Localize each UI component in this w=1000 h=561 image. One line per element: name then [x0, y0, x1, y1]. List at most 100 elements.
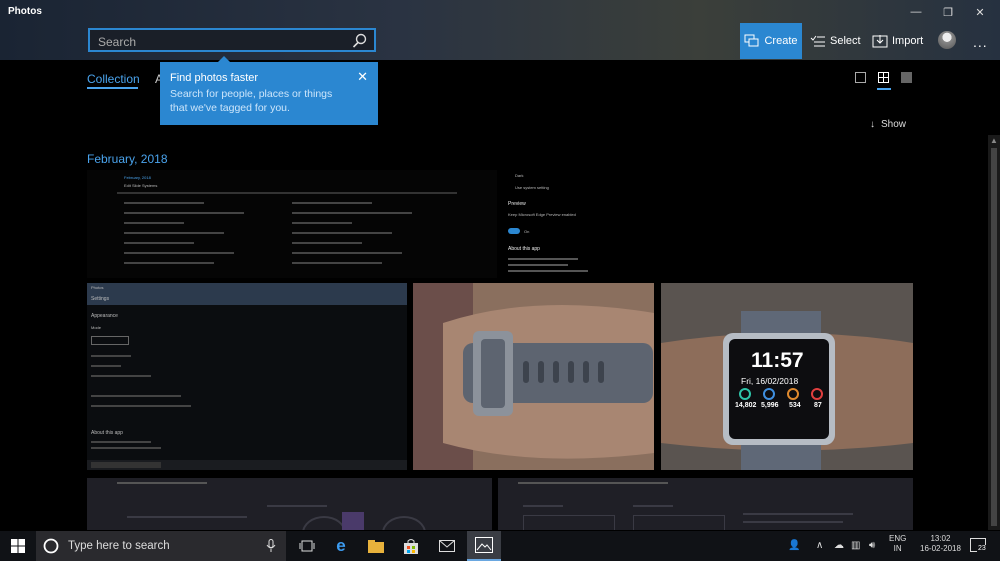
windows-logo-icon — [11, 539, 25, 553]
account-avatar[interactable] — [938, 31, 956, 49]
photo-line — [124, 262, 214, 264]
task-view-icon[interactable] — [296, 535, 318, 557]
photo-shape — [302, 516, 346, 530]
watch-stat: 14,802 — [735, 402, 757, 409]
search-box[interactable] — [88, 28, 376, 52]
photo-thumbnail[interactable]: February, 2018 Edit Slide Systems — [87, 170, 497, 278]
photo-line — [91, 375, 151, 377]
photo-shape — [382, 516, 426, 530]
photo-line — [523, 505, 563, 507]
watch-time: 11:57 — [751, 349, 804, 372]
more-options-button[interactable]: ... — [973, 34, 988, 50]
volume-icon[interactable]: 🔊︎ — [869, 540, 875, 551]
photo-thumbnail[interactable] — [498, 478, 913, 530]
photo-text: Dark — [515, 173, 524, 178]
photo-thumbnail[interactable]: Dark Use system setting Preview Keep Mic… — [503, 170, 913, 278]
photo-line — [292, 212, 412, 214]
photo-line — [127, 516, 247, 518]
search-icon[interactable] — [352, 33, 368, 49]
people-icon[interactable]: 👤 — [788, 540, 800, 551]
notification-count: 23 — [977, 545, 987, 552]
photo-line — [292, 222, 352, 224]
app-title: Photos — [8, 6, 42, 17]
onedrive-icon[interactable]: ☁ — [834, 540, 844, 551]
photo-text: February, 2018 — [124, 175, 151, 180]
photo-text: Edit Slide Systems — [124, 183, 158, 188]
photo-line — [124, 232, 224, 234]
photo-dropdown — [91, 336, 129, 345]
date-group-header[interactable]: February, 2018 — [87, 152, 168, 166]
system-clock[interactable]: 13:02 16-02-2018 — [920, 534, 961, 554]
start-button[interactable] — [0, 531, 36, 561]
create-button[interactable]: Create — [740, 23, 802, 59]
view-selected-indicator — [877, 88, 891, 90]
photos-taskbar-icon[interactable] — [467, 531, 501, 561]
photo-text: Keep Microsoft Edge Preview enabled — [508, 212, 576, 217]
photo-text: Settings — [91, 296, 110, 302]
photo-line — [124, 222, 184, 224]
photo-line — [292, 242, 362, 244]
photo-line — [91, 405, 191, 407]
photo-text: Use system setting — [515, 185, 549, 190]
photo-toggle — [508, 228, 520, 234]
view-large-icon[interactable] — [855, 72, 866, 83]
close-window-button[interactable]: ✕ — [964, 2, 996, 22]
tooltip-body: Search for people, places or things that… — [170, 88, 333, 114]
photo-line — [124, 242, 194, 244]
photo-thumbnail[interactable] — [87, 478, 492, 530]
tab-collection[interactable]: Collection — [87, 72, 140, 86]
show-button[interactable]: ↓ Show — [870, 119, 906, 130]
watch-distance-icon — [763, 388, 775, 400]
clock-date: 16-02-2018 — [920, 544, 961, 553]
select-button[interactable]: Select — [810, 23, 861, 59]
watch-stat: 5,996 — [761, 402, 779, 409]
photo-line — [292, 262, 382, 264]
photo-line — [91, 441, 151, 443]
photo-line — [117, 192, 457, 194]
network-icon[interactable]: ▥ — [851, 540, 860, 551]
photo-thumbnail[interactable]: Photos Settings Appearance Mode About th… — [87, 283, 407, 470]
action-center-icon[interactable]: 23 — [970, 538, 987, 552]
show-hidden-icons-icon[interactable]: ∧ — [816, 540, 823, 551]
language-code: ENG — [889, 534, 907, 543]
photo-line — [508, 270, 588, 272]
arrow-down-icon: ↓ — [870, 119, 875, 130]
photo-thumbnail[interactable]: 11:57 Fri, 16/02/2018 14,802 5,996 534 8… — [661, 283, 913, 470]
scroll-up-icon[interactable]: ▲ — [990, 136, 998, 145]
photo-thumbnail[interactable] — [413, 283, 654, 470]
photo-text: About this app — [508, 246, 540, 252]
scroll-thumb[interactable] — [991, 148, 997, 526]
photo-line — [292, 252, 402, 254]
watch-date: Fri, 16/02/2018 — [741, 376, 799, 386]
photo-text: Mode — [91, 325, 102, 330]
photo-line — [743, 521, 843, 523]
photo-text: Appearance — [91, 313, 118, 319]
tooltip-close-icon[interactable]: ✕ — [357, 69, 368, 85]
maximize-button[interactable]: ❐ — [932, 2, 964, 22]
taskbar-search-box[interactable]: Type here to search — [36, 531, 286, 561]
photo-titlebar — [87, 283, 407, 305]
watch-stat: 87 — [814, 402, 822, 409]
photo-line — [124, 212, 244, 214]
store-icon[interactable] — [400, 535, 422, 557]
view-medium-icon[interactable] — [878, 72, 889, 83]
import-button[interactable]: Import — [872, 23, 923, 59]
view-small-icon[interactable] — [901, 72, 912, 83]
photo-line — [508, 264, 568, 266]
tab-collection-underline — [87, 87, 138, 89]
microphone-icon[interactable] — [266, 539, 276, 553]
photo-text: Preview — [508, 201, 526, 207]
language-indicator[interactable]: ENG IN — [889, 534, 906, 554]
mail-icon[interactable] — [436, 535, 458, 557]
clock-time: 13:02 — [930, 534, 951, 543]
watch-calories-icon — [787, 388, 799, 400]
photo-text: Photos — [91, 285, 104, 290]
cortana-icon — [43, 538, 59, 554]
minimize-button[interactable]: — — [900, 2, 932, 22]
edge-browser-icon[interactable]: e — [330, 535, 352, 557]
search-input[interactable] — [96, 33, 350, 51]
photo-shape — [342, 512, 364, 530]
file-explorer-icon[interactable] — [365, 535, 387, 557]
photo-line — [91, 447, 161, 449]
wrist-strap-image — [413, 283, 654, 470]
